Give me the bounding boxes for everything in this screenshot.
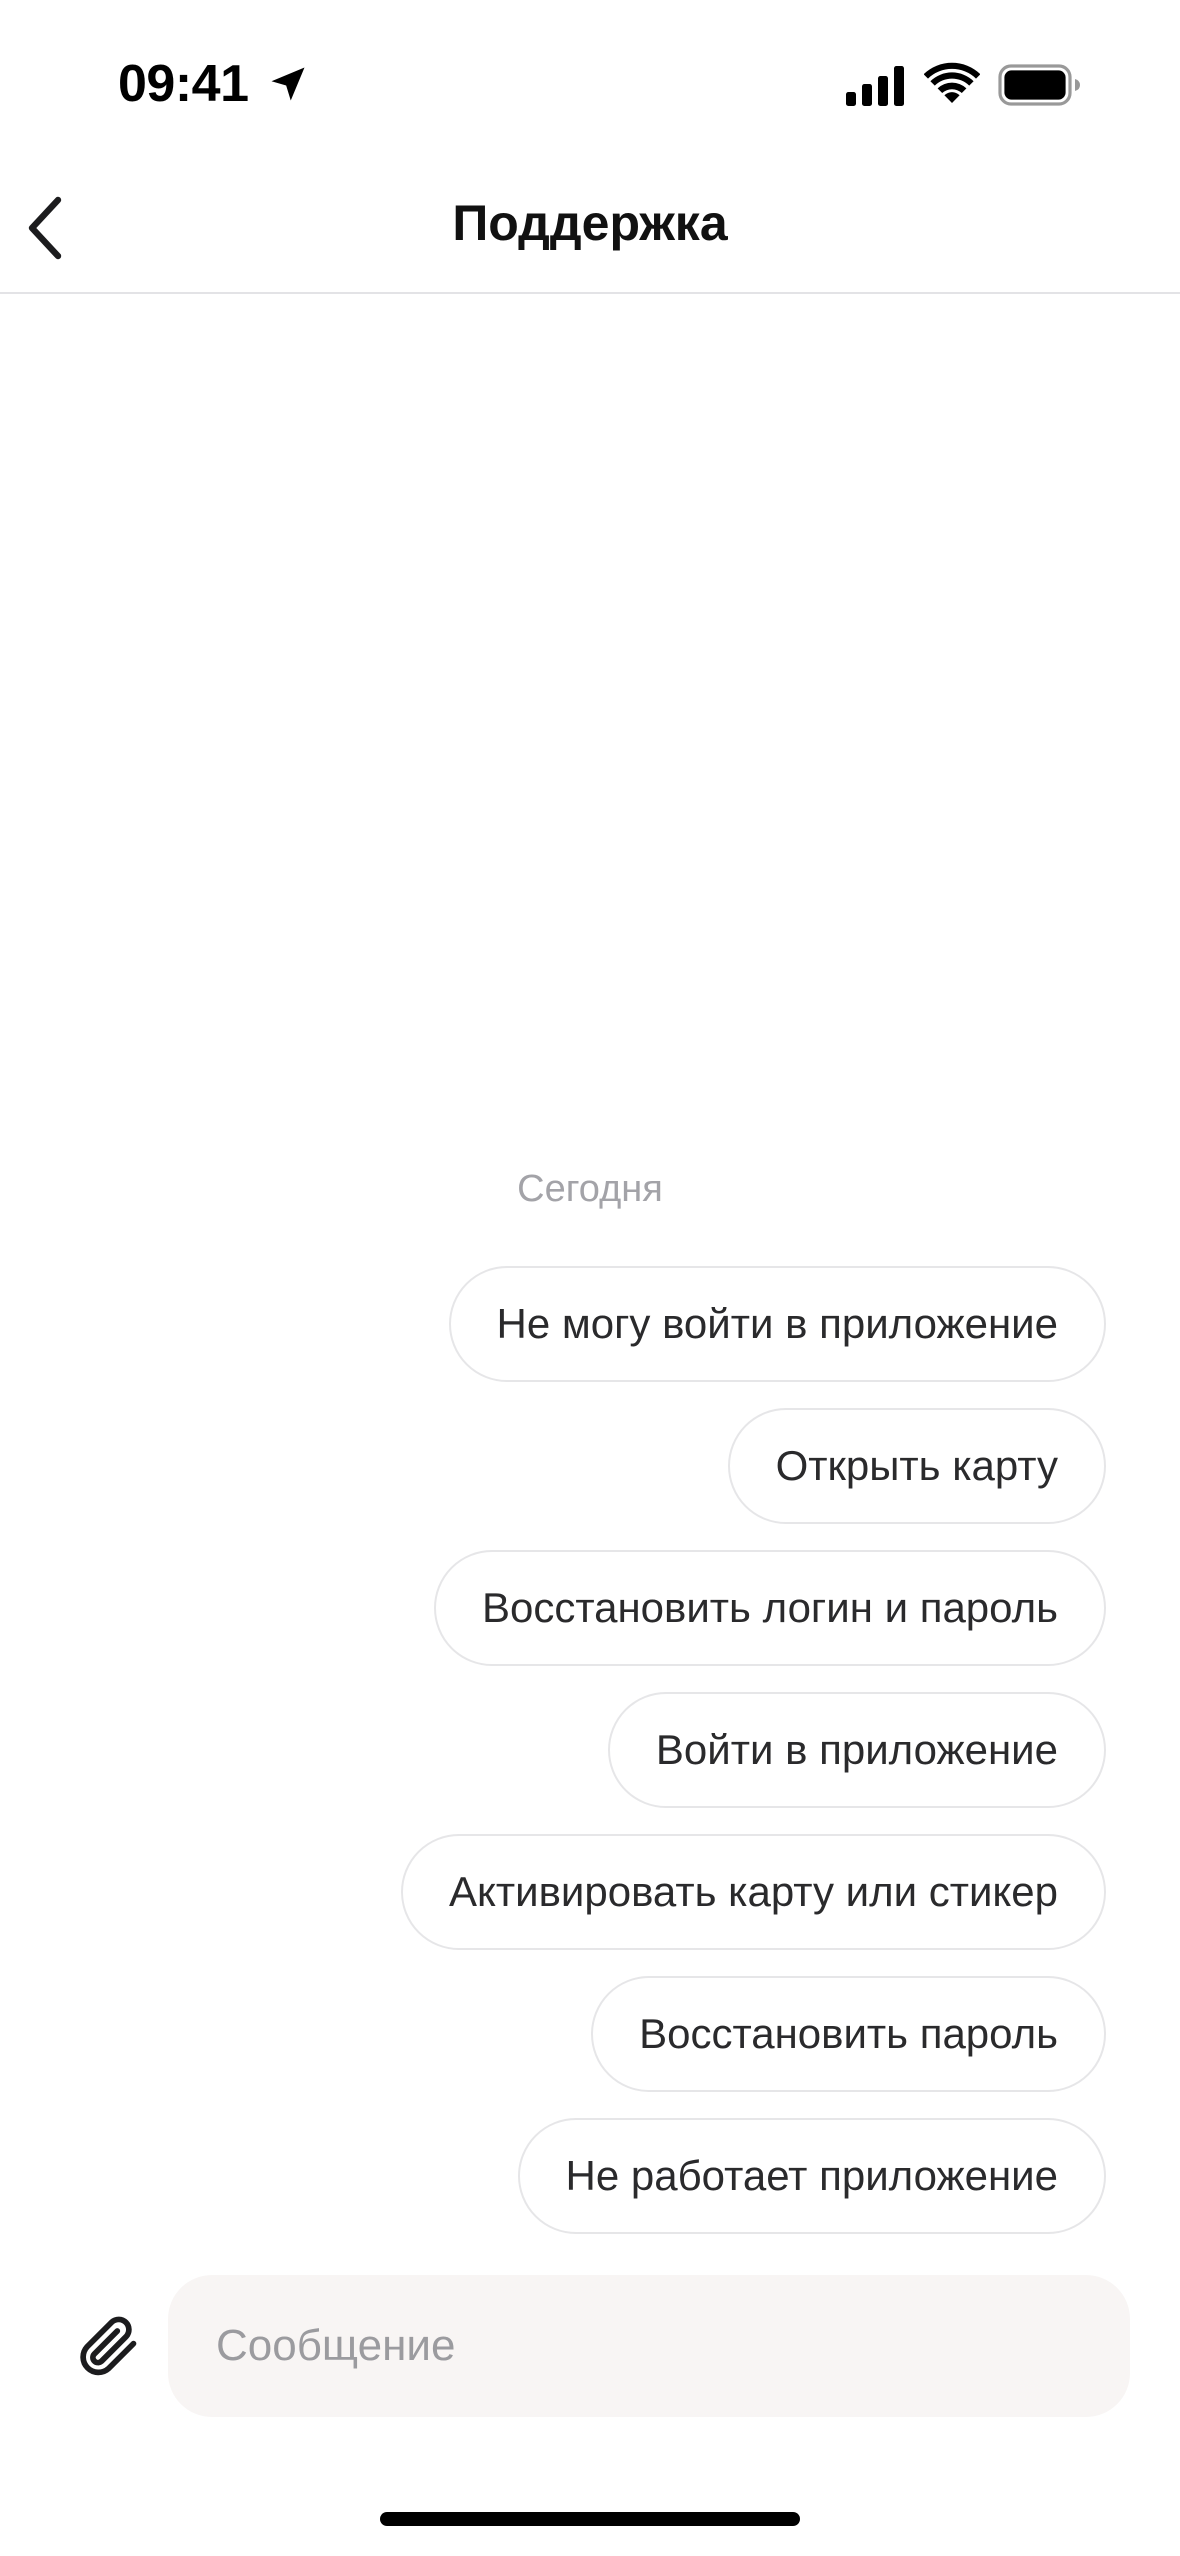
page-title: Поддержка — [452, 195, 728, 251]
quick-reply-chip[interactable]: Активировать карту или стикер — [401, 1834, 1106, 1950]
wifi-icon — [924, 62, 980, 103]
message-input-container — [168, 2275, 1130, 2417]
quick-reply-chip[interactable]: Войти в приложение — [607, 1692, 1106, 1808]
battery-icon — [998, 64, 1080, 106]
location-arrow-icon — [271, 67, 305, 101]
cellular-signal-icon — [846, 66, 904, 106]
attach-button[interactable] — [72, 2310, 144, 2382]
message-input[interactable] — [168, 2275, 1130, 2417]
quick-reply-chip[interactable]: Восстановить пароль — [591, 1976, 1106, 2092]
quick-reply-chip[interactable]: Восстановить логин и пароль — [433, 1550, 1106, 1666]
quick-reply-chip[interactable]: Открыть карту — [727, 1408, 1106, 1524]
status-bar: 09:41 — [0, 0, 1180, 150]
date-separator: Сегодня — [517, 1168, 663, 1210]
quick-reply-chip[interactable]: Не работает приложение — [517, 2118, 1106, 2234]
home-indicator — [380, 2512, 800, 2526]
quick-reply-chip[interactable]: Не могу войти в приложение — [448, 1266, 1106, 1382]
nav-header: Поддержка — [0, 150, 1180, 294]
status-time: 09:41 — [118, 55, 249, 113]
paperclip-icon — [80, 2316, 137, 2376]
quick-replies: Не могу войти в приложение Открыть карту… — [401, 1266, 1106, 2234]
